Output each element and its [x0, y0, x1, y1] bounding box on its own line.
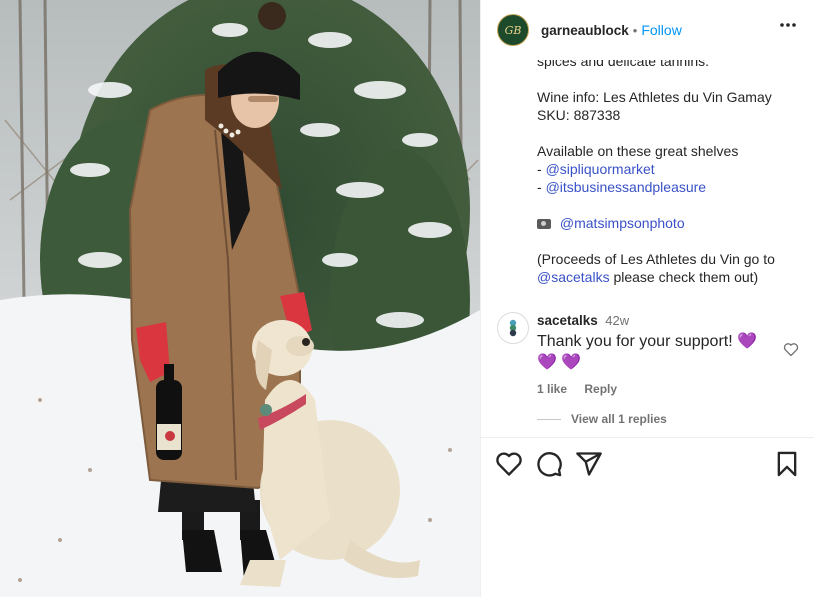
comment-likes[interactable]: 1 like: [537, 382, 567, 396]
mention-sacetalks[interactable]: @sacetalks: [537, 269, 610, 285]
commenter-avatar[interactable]: [497, 312, 529, 344]
post-caption: spices and delicate tannins. Wine info: …: [537, 52, 805, 304]
reply-button[interactable]: Reply: [584, 382, 617, 396]
purple-heart-emoji: 💜: [737, 333, 758, 350]
comment-timestamp[interactable]: 42w: [605, 313, 629, 328]
post-side-panel: GB garneaublock • Follow spices and deli…: [480, 0, 814, 597]
author-avatar[interactable]: GB: [497, 14, 529, 46]
proceeds-end-text: please check them out): [609, 269, 759, 285]
commenter-logo-icon: [509, 319, 517, 337]
post-photo[interactable]: [0, 0, 480, 597]
share-icon[interactable]: [575, 450, 603, 478]
wine-info: Wine info: Les Athletes du Vin Gamay: [537, 89, 772, 105]
purple-heart-emoji: 💜: [561, 354, 582, 371]
purple-heart-emoji: 💜: [537, 354, 557, 371]
comment-text: Thank you for your support! 💜 💜 💜: [537, 331, 767, 373]
mention-matsimpsonphoto[interactable]: @matsimpsonphoto: [560, 215, 685, 231]
post-actions: [481, 450, 814, 482]
comment-meta: 1 like Reply: [537, 382, 767, 396]
separator-dot: •: [632, 22, 638, 38]
author-username[interactable]: garneaublock: [541, 23, 629, 38]
comment-icon[interactable]: [535, 450, 563, 478]
available-heading: Available on these great shelves: [537, 143, 739, 159]
camera-icon: [537, 219, 551, 229]
mention-sipliquormarket[interactable]: @sipliquormarket: [546, 161, 655, 177]
comment-body: sacetalks 42w Thank you for your support…: [537, 312, 767, 396]
post-header: GB garneaublock • Follow: [481, 0, 814, 60]
avatar-initials: GB: [504, 23, 522, 37]
view-replies-label: View all 1 replies: [571, 412, 667, 426]
photo-illustration: [0, 0, 480, 597]
wine-sku: SKU: 887338: [537, 107, 621, 123]
actions-divider: [481, 437, 814, 438]
proceeds-text: (Proceeds of Les Athletes du Vin go to: [537, 251, 775, 267]
view-replies-link[interactable]: View all 1 replies: [537, 412, 667, 426]
comment-text-body: Thank you for your support!: [537, 333, 733, 350]
heart-icon[interactable]: [495, 450, 523, 478]
follow-button[interactable]: Follow: [641, 22, 681, 38]
list-dash: -: [537, 161, 546, 177]
mention-itsbusinessandpleasure[interactable]: @itsbusinessandpleasure: [546, 179, 707, 195]
save-icon[interactable]: [773, 450, 801, 478]
list-dash: -: [537, 179, 546, 195]
replies-divider: [537, 418, 561, 420]
more-icon[interactable]: [779, 22, 797, 28]
commenter-username[interactable]: sacetalks: [537, 313, 598, 328]
comment-heart-icon[interactable]: [783, 342, 799, 357]
